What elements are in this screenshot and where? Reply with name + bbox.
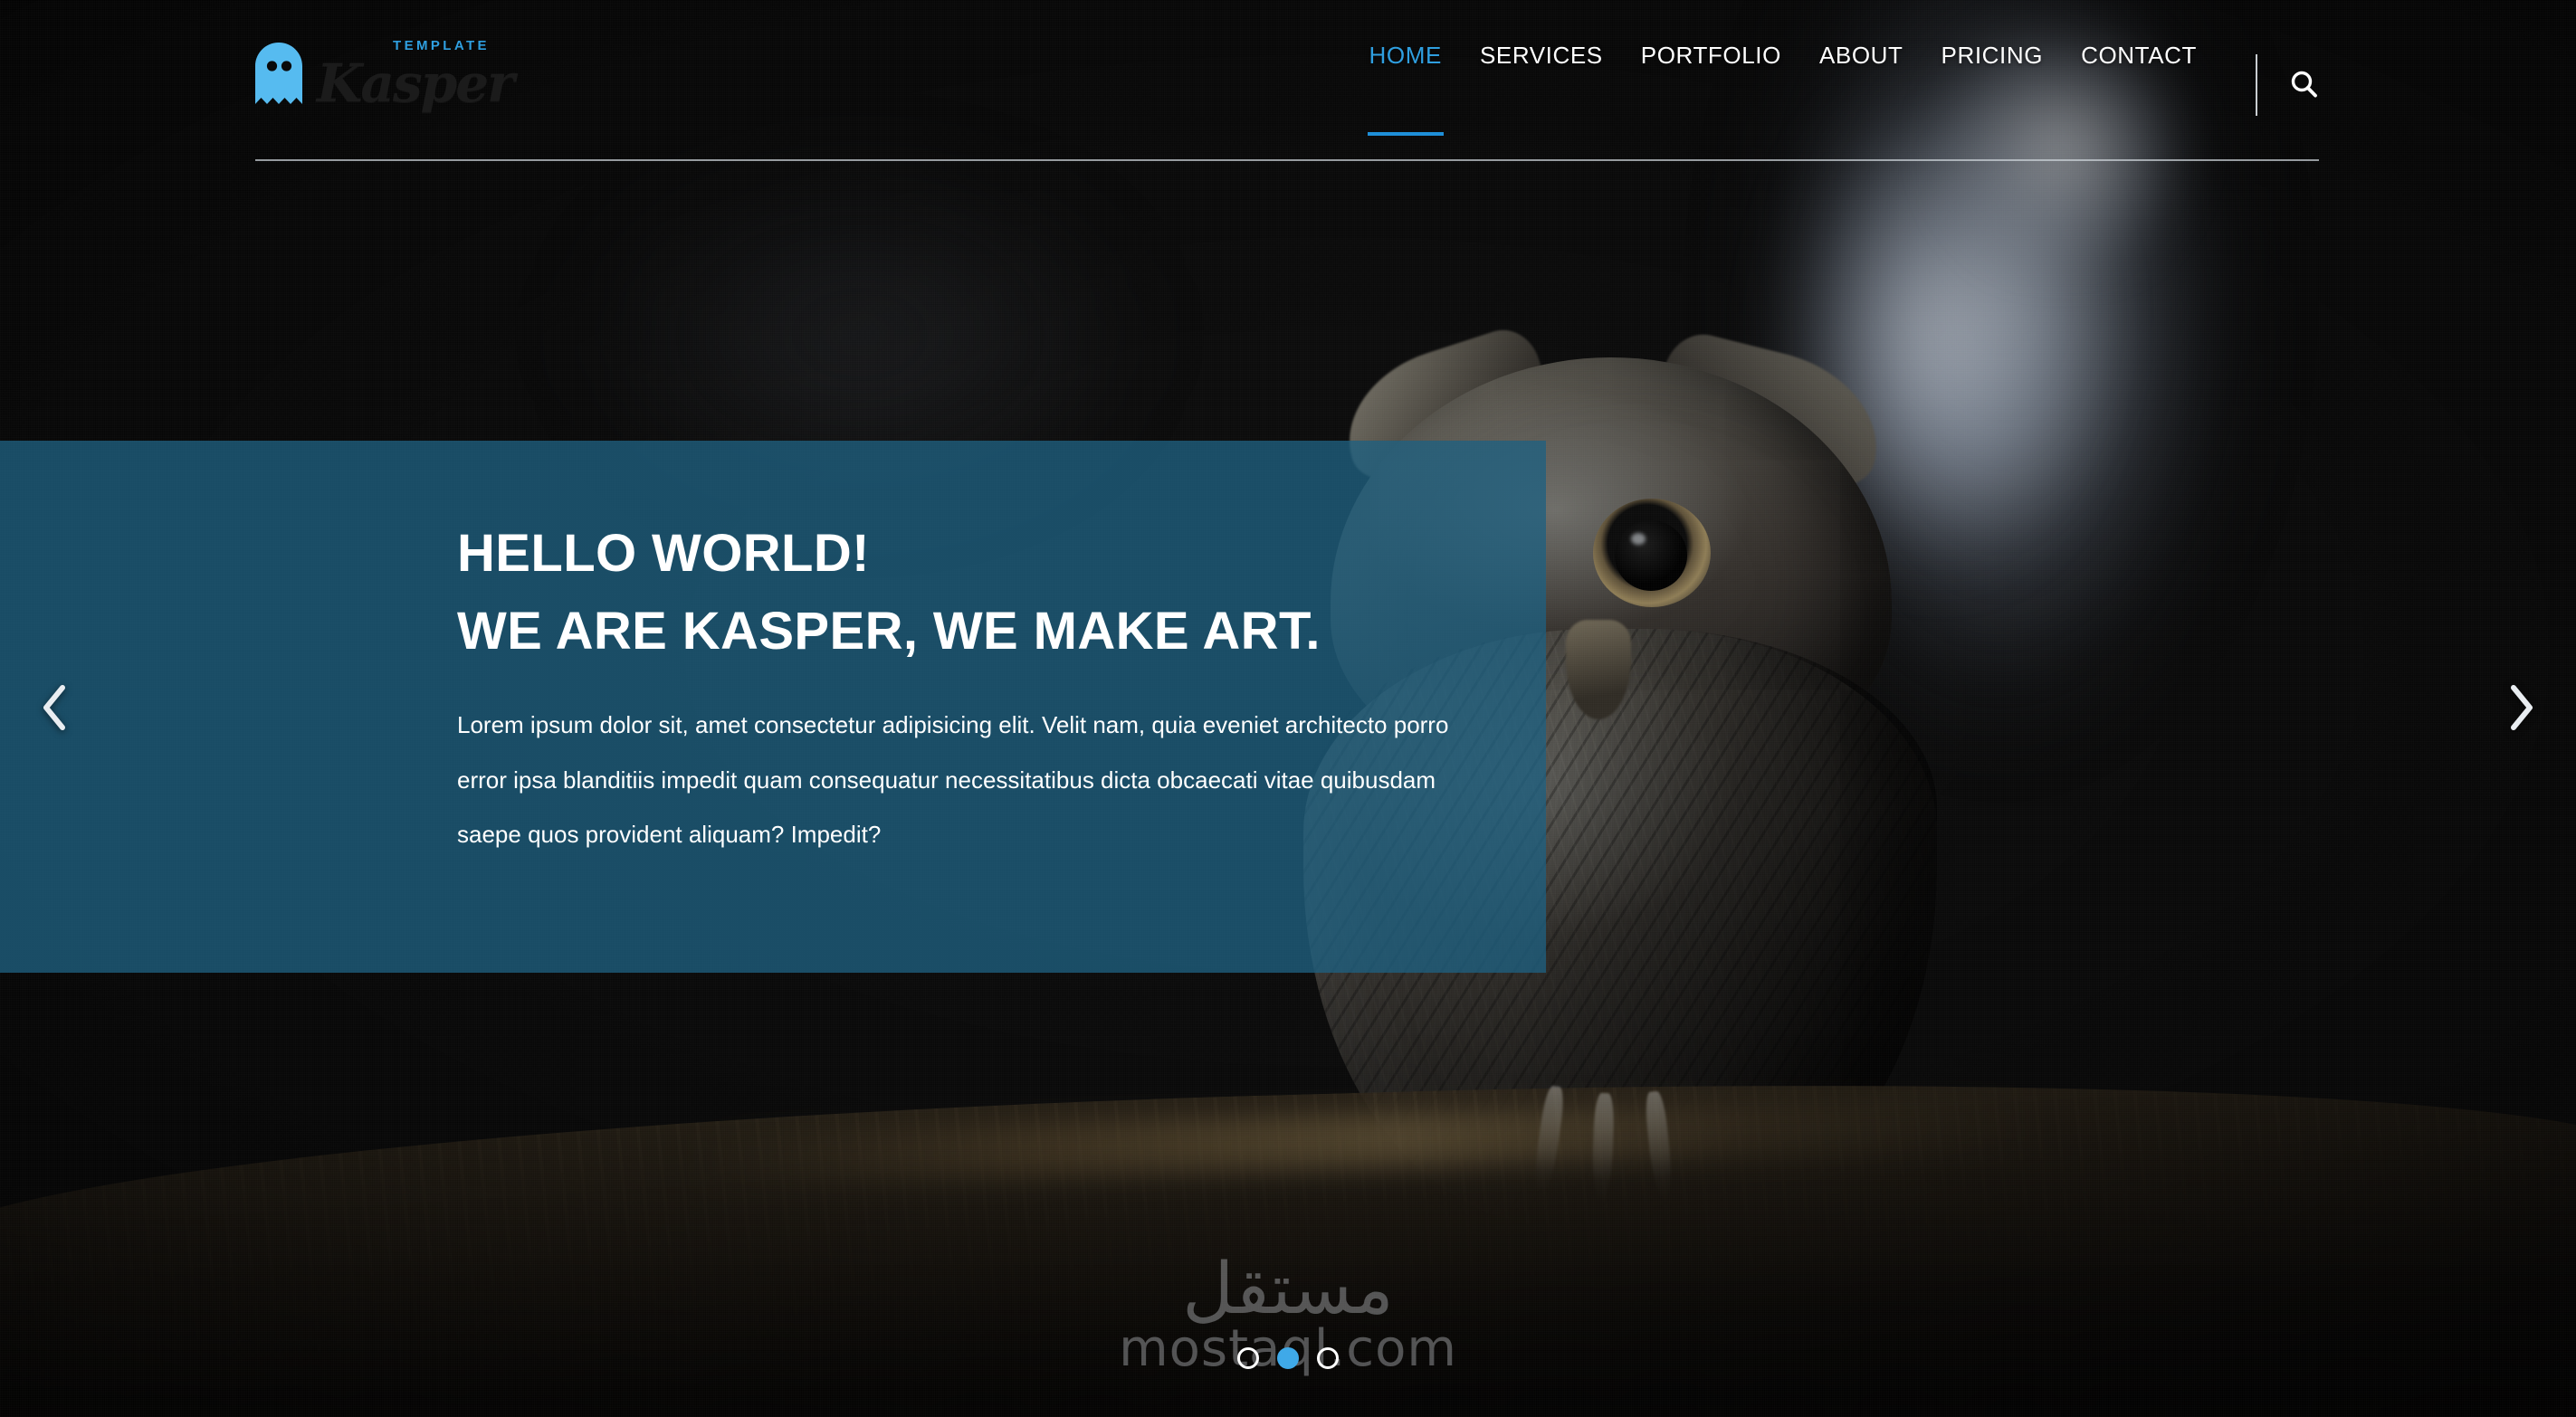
nav-item-contact[interactable]: CONTACT bbox=[2062, 42, 2216, 128]
slider-bullets bbox=[1237, 1347, 1339, 1369]
header-divider-rule bbox=[255, 159, 2319, 161]
nav-link-about[interactable]: ABOUT bbox=[1819, 42, 1903, 70]
site-header: Kasper TEMPLATE HOME SERVICES PORTFOLIO … bbox=[0, 0, 2576, 163]
hero-slide-panel: HELLO WORLD! WE ARE KASPER, WE MAKE ART.… bbox=[0, 441, 1546, 973]
nav-item-pricing[interactable]: PRICING bbox=[1922, 42, 2063, 128]
chevron-left-icon bbox=[39, 683, 70, 732]
nav-item-about[interactable]: ABOUT bbox=[1800, 42, 1922, 128]
header-inner: Kasper TEMPLATE HOME SERVICES PORTFOLIO … bbox=[255, 0, 2321, 163]
slider-next-button[interactable] bbox=[2493, 679, 2551, 737]
slider-bullet-3[interactable] bbox=[1317, 1347, 1339, 1369]
main-navigation: HOME SERVICES PORTFOLIO ABOUT PRICING CO… bbox=[1350, 42, 2321, 136]
nav-item-services[interactable]: SERVICES bbox=[1461, 42, 1622, 128]
site-logo[interactable]: Kasper TEMPLATE bbox=[255, 33, 545, 114]
chevron-right-icon bbox=[2506, 683, 2537, 732]
logo-script-wordmark: Kasper bbox=[317, 52, 515, 114]
search-icon bbox=[2288, 69, 2321, 101]
hero-heading-line2: WE ARE KASPER, WE MAKE ART. bbox=[457, 602, 1321, 661]
hero-paragraph: Lorem ipsum dolor sit, amet consectetur … bbox=[457, 711, 1449, 849]
logo-template-label: TEMPLATE bbox=[393, 38, 490, 53]
search-button[interactable] bbox=[2288, 69, 2321, 101]
nav-list: HOME SERVICES PORTFOLIO ABOUT PRICING CO… bbox=[1350, 42, 2216, 136]
hero-heading-line1: HELLO WORLD! bbox=[457, 524, 870, 583]
nav-link-pricing[interactable]: PRICING bbox=[1942, 42, 2044, 70]
nav-link-portfolio[interactable]: PORTFOLIO bbox=[1641, 42, 1781, 70]
nav-vertical-divider bbox=[2256, 54, 2257, 116]
slider-prev-button[interactable] bbox=[25, 679, 83, 737]
ghost-icon bbox=[255, 43, 302, 104]
hero-content: HELLO WORLD! WE ARE KASPER, WE MAKE ART.… bbox=[457, 528, 1480, 862]
nav-link-services[interactable]: SERVICES bbox=[1480, 42, 1603, 70]
nav-link-contact[interactable]: CONTACT bbox=[2081, 42, 2197, 70]
nav-item-portfolio[interactable]: PORTFOLIO bbox=[1622, 42, 1800, 128]
nav-link-home[interactable]: HOME bbox=[1369, 42, 1442, 70]
slider-bullet-1[interactable] bbox=[1237, 1347, 1259, 1369]
slider-bullet-2[interactable] bbox=[1277, 1347, 1299, 1369]
page-root: Kasper TEMPLATE HOME SERVICES PORTFOLIO … bbox=[0, 0, 2576, 1417]
nav-item-home[interactable]: HOME bbox=[1350, 42, 1461, 136]
